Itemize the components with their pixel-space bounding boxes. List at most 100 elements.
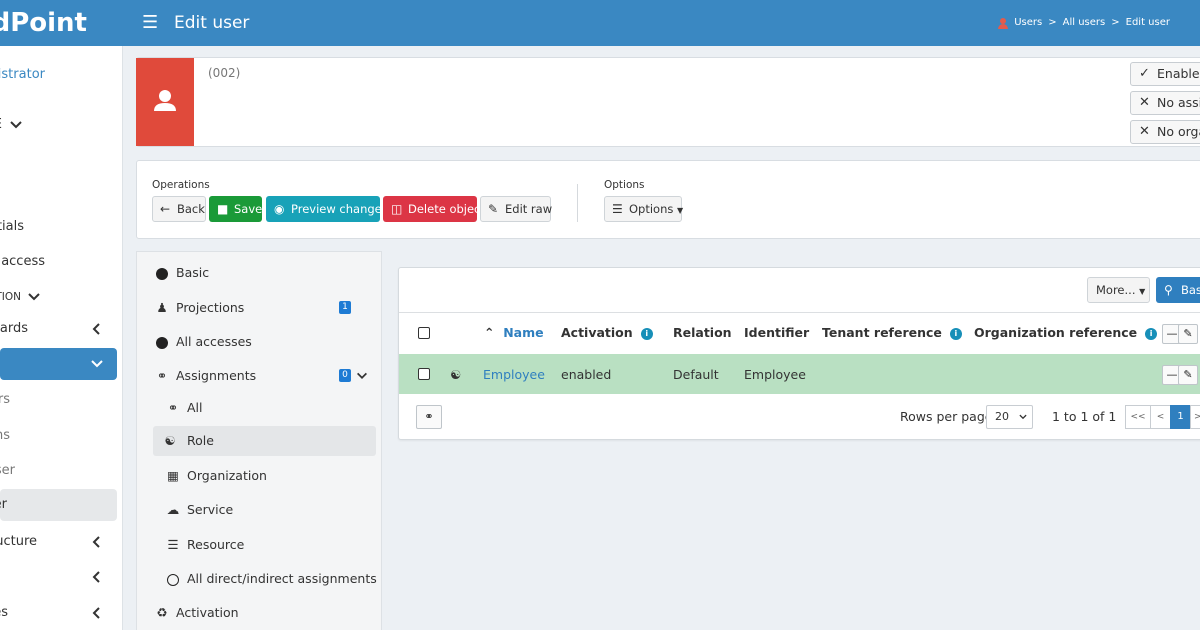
role-icon: ☯: [164, 433, 176, 448]
menu-subitem-role[interactable]: ☯ Role: [153, 426, 376, 456]
edit-icon[interactable]: ✎: [1178, 365, 1198, 385]
options-label: Options: [604, 179, 645, 191]
column-header-relation: Relation: [673, 325, 732, 340]
sort-ascending-icon: ⌃: [484, 325, 495, 340]
chevron-left-icon: [92, 536, 100, 548]
save-button[interactable]: ■ Save: [209, 196, 262, 222]
recycle-icon: ♻: [156, 605, 168, 620]
rows-per-page-select[interactable]: 20: [986, 405, 1033, 429]
info-icon[interactable]: i: [640, 328, 653, 340]
back-button[interactable]: ← Back: [152, 196, 206, 222]
list-icon: ☰: [612, 202, 623, 216]
arrow-left-icon: ←: [160, 202, 171, 216]
building-icon: ▦: [167, 468, 179, 483]
database-icon: ☰: [167, 537, 179, 552]
assignment-icon: ⚭: [156, 368, 168, 383]
floppy-disk-icon: ■: [217, 202, 229, 216]
info-icon[interactable]: i: [949, 328, 962, 340]
menu-subitem-organization[interactable]: ▦ Organization: [165, 461, 365, 491]
close-icon: ✕: [1139, 95, 1150, 110]
chevron-down-icon: [28, 293, 40, 301]
assignment-icon: ⚭: [167, 400, 179, 415]
sidebar-item-users-active[interactable]: [0, 348, 117, 380]
breadcrumb-users[interactable]: Users: [1014, 17, 1042, 29]
page-1-button[interactable]: 1: [1170, 405, 1191, 429]
chevron-left-icon: [92, 607, 100, 619]
breadcrumb-separator: >: [1111, 17, 1120, 28]
more-button[interactable]: More... ▼: [1087, 277, 1150, 303]
breadcrumb-separator: >: [1048, 17, 1057, 28]
circle-icon: [156, 267, 168, 280]
top-navbar: dPoint ☰ Edit user Users > All users > E…: [0, 0, 1200, 46]
sidebar-subitem-edit-user[interactable]: ser: [0, 489, 117, 521]
select-all-checkbox[interactable]: [418, 327, 430, 339]
row-name-link[interactable]: Employee: [483, 366, 545, 384]
next-page-button[interactable]: >: [1190, 405, 1200, 429]
previous-page-button[interactable]: <: [1150, 405, 1171, 429]
role-icon: ☯: [450, 367, 462, 382]
caret-down-icon: ▼: [1139, 287, 1146, 296]
edit-icon[interactable]: ✎: [1178, 324, 1198, 344]
preview-changes-button[interactable]: ◉ Preview changes: [266, 196, 388, 222]
first-page-button[interactable]: <<: [1125, 405, 1151, 429]
menu-item-assignments[interactable]: ⚭ Assignments 0: [154, 361, 374, 391]
edit-raw-button[interactable]: ✎ Edit raw: [480, 196, 552, 222]
breadcrumb-edit-user: Edit user: [1125, 17, 1170, 28]
count-badge: 1: [339, 301, 351, 314]
app-logo[interactable]: dPoint: [0, 6, 123, 40]
divider: [577, 184, 578, 222]
column-header-activation: Activation i: [561, 324, 653, 342]
chevron-down-icon: [1019, 414, 1027, 420]
object-summary-card: [136, 57, 1200, 147]
breadcrumb-all-users[interactable]: All users: [1063, 17, 1106, 29]
column-header-organization-reference: Organization reference i: [974, 324, 1158, 342]
page-title: Edit user: [174, 13, 250, 33]
check-icon: ✓: [1139, 66, 1150, 81]
row-checkbox[interactable]: [418, 368, 430, 380]
menu-subitem-all[interactable]: ⚭ All: [165, 393, 365, 423]
status-tag-enabled: ✓Enabled: [1130, 62, 1200, 86]
chevron-down-icon: [357, 372, 367, 379]
menu-item-projections[interactable]: ♟ Projections 1: [154, 293, 374, 323]
breadcrumb: Users > All users > Edit user: [998, 17, 1170, 29]
eye-icon: ◉: [274, 202, 285, 216]
user-icon: [998, 17, 1009, 29]
chevron-left-icon: [92, 323, 100, 335]
menu-subitem-resource[interactable]: ☰ Resource: [165, 530, 365, 560]
status-tag-no-organizations: ✕No organizations: [1130, 120, 1200, 144]
close-icon: ✕: [1139, 124, 1150, 139]
object-oid: (002): [208, 66, 241, 80]
hamburger-menu-icon[interactable]: ☰: [142, 13, 158, 33]
info-icon[interactable]: i: [1145, 328, 1158, 340]
new-assignment-icon[interactable]: ⚭: [416, 405, 442, 429]
circle-outline-icon: [167, 573, 179, 586]
count-badge: 0: [339, 369, 351, 382]
rows-per-page-label: Rows per page: [900, 409, 993, 424]
column-header-name[interactable]: ⌃ Name: [484, 324, 544, 342]
menu-item-all-accesses[interactable]: All accesses: [154, 327, 374, 357]
column-header-tenant-reference: Tenant reference i: [822, 324, 962, 342]
menu-item-basic[interactable]: Basic: [154, 258, 374, 288]
column-header-identifier: Identifier: [744, 325, 810, 340]
search-icon: ⚲: [1164, 283, 1173, 297]
cloud-icon: ☁: [166, 502, 180, 517]
menu-subitem-service[interactable]: ☁ Service: [165, 495, 365, 525]
left-sidebar: nistrator E tials st access TION oards r…: [0, 46, 123, 630]
chevron-down-icon: [91, 360, 103, 368]
operations-label: Operations: [152, 179, 210, 191]
status-tag-no-assignments: ✕No assignments: [1130, 91, 1200, 115]
caret-down-icon: ▼: [677, 206, 684, 215]
menu-item-activation[interactable]: ♻ Activation: [154, 598, 374, 628]
options-dropdown-button[interactable]: ☰ Options ▼: [604, 196, 684, 222]
row-identifier: Employee: [744, 367, 806, 382]
trash-icon: ◫: [391, 202, 403, 216]
delete-object-button[interactable]: ◫ Delete object: [383, 196, 485, 222]
circle-icon: [156, 336, 168, 349]
pagination-range: 1 to 1 of 1: [1052, 409, 1117, 424]
person-icon: ♟: [156, 300, 168, 315]
menu-subitem-all-direct-indirect[interactable]: All direct/indirect assignments: [165, 564, 377, 594]
row-activation: enabled: [561, 367, 612, 382]
user-icon: [154, 90, 176, 111]
divider: [399, 312, 1200, 313]
basic-search-button[interactable]: ⚲Basic: [1156, 277, 1200, 303]
